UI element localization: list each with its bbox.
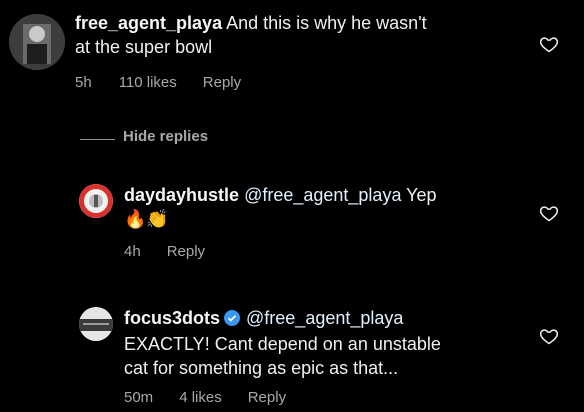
verified-badge-icon [224, 308, 241, 332]
comment-likes[interactable]: 4 likes [179, 389, 222, 406]
avatar[interactable] [79, 307, 113, 341]
comment-body: focus3dots @free_agent_playa EXACTLY! Can… [124, 306, 534, 380]
comment-username[interactable]: free_agent_playa [75, 13, 222, 33]
comment-text-line2: at the super bowl [75, 37, 213, 57]
like-heart-icon[interactable] [539, 326, 559, 346]
avatar[interactable] [79, 184, 113, 218]
avatar-image [79, 184, 113, 218]
comment-text-line3: cat for something as epic as that... [124, 358, 399, 378]
hide-replies-divider [80, 139, 115, 140]
comment-emoji: 🔥👏 [124, 209, 169, 229]
comment-likes[interactable]: 110 likes [119, 74, 177, 91]
mention-link[interactable]: @free_agent_playa [246, 308, 403, 328]
reply-button[interactable]: Reply [167, 243, 205, 260]
comment-body: free_agent_playa And this is why he wasn… [75, 11, 525, 59]
comment-time: 50m [124, 389, 154, 406]
avatar-image [9, 14, 65, 70]
comment-meta: 50m 4 likes Reply [124, 389, 286, 406]
comment-username[interactable]: focus3dots [124, 308, 220, 328]
mention-link[interactable]: @free_agent_playa [244, 185, 401, 205]
like-heart-icon[interactable] [539, 203, 559, 223]
reply-button[interactable]: Reply [203, 74, 241, 91]
comment-text-line1: And this is why he wasn't [226, 13, 427, 33]
comment-body: daydayhustle @free_agent_playa Yep 🔥👏 [124, 183, 524, 231]
hide-replies-button[interactable]: Hide replies [123, 128, 208, 145]
avatar-image [79, 307, 113, 341]
comment-text-line2: EXACTLY! Cant depend on an unstable [124, 334, 441, 354]
reply-button[interactable]: Reply [248, 389, 286, 406]
comment-time: 4h [124, 243, 141, 260]
avatar[interactable] [9, 14, 65, 70]
comment-meta: 5h 110 likes Reply [75, 74, 241, 91]
comment-text: Yep [406, 185, 437, 205]
comment-meta: 4h Reply [124, 243, 205, 260]
like-heart-icon[interactable] [539, 34, 559, 54]
comment-time: 5h [75, 74, 92, 91]
comment-username[interactable]: daydayhustle [124, 185, 239, 205]
